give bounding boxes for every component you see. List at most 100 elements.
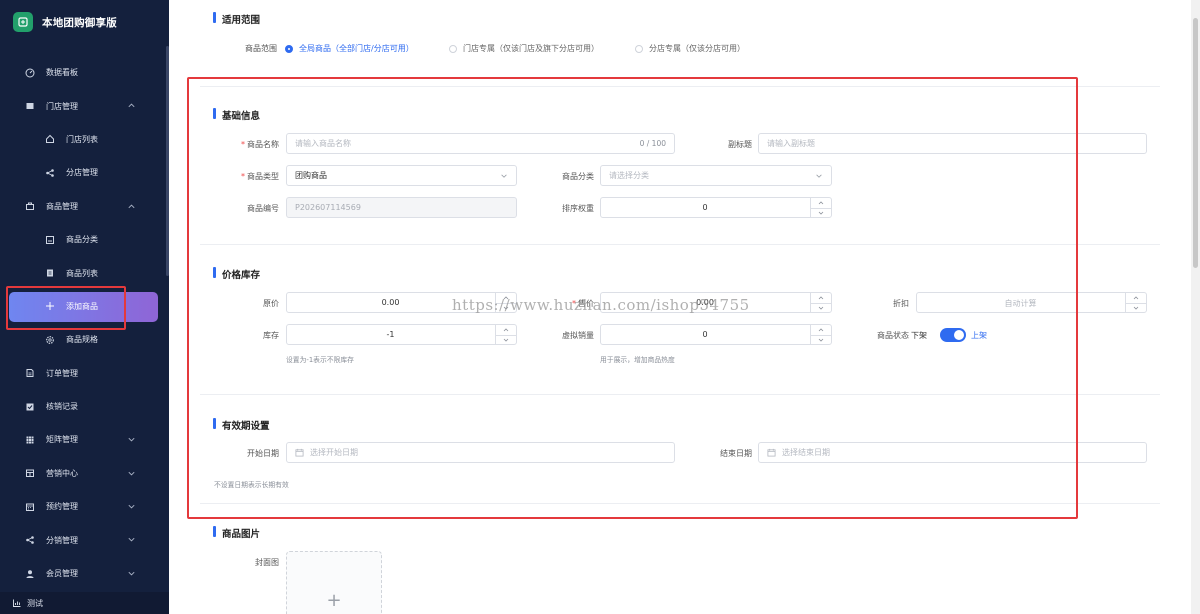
scope-radio-global[interactable]: 全局商品（全部门店/分店可用） [285,43,414,54]
stock-label: 库存 [263,331,279,340]
chevron-down-icon [128,471,135,476]
menu-item-product-spec[interactable]: 商品规格 [0,323,169,356]
cover-image-upload[interactable]: + [286,551,382,614]
divider [200,503,1160,504]
product-name-input[interactable]: 请输入商品名称 0 / 100 [286,133,675,154]
scope-radio-store[interactable]: 门店专属（仅该门店及旗下分店可用） [449,43,599,54]
menu-item-label: 分销管理 [46,535,78,545]
plus-icon: + [326,590,342,611]
user-icon [24,568,36,580]
sale-price-label: * 售价 [572,299,594,308]
page-scrollbar[interactable] [1191,0,1200,614]
section-title-validity: 有效期设置 [213,418,270,432]
virtual-sales-stepper[interactable]: 0 [600,324,832,345]
menu-item-branch-management[interactable]: 分店管理 [0,156,169,189]
menu-item-label: 分店管理 [66,168,98,178]
stock-hint: 设置为-1表示不限库存 [286,356,354,364]
menu-item-label: 商品列表 [66,268,98,278]
required-mark: * [572,299,576,308]
check-icon [24,401,36,413]
menu-item-member-management[interactable]: 会员管理 [0,557,169,590]
required-mark: * [241,172,245,181]
gear-icon [44,334,56,346]
menu-item-product-list[interactable]: 商品列表 [0,256,169,289]
section-title-basic: 基础信息 [213,108,260,122]
radio-dot [285,44,293,53]
product-category-label: 商品分类 [562,172,594,181]
shop-icon [24,467,36,479]
required-mark: * [241,140,245,149]
end-date-label: 结束日期 [720,449,752,458]
increment-button[interactable] [811,293,831,303]
menu-item-verification-records[interactable]: 核销记录 [0,390,169,423]
sort-weight-stepper[interactable]: 0 [600,197,832,218]
char-counter: 0 / 100 [639,139,666,148]
product-status-switch[interactable] [940,328,966,342]
decrement-button[interactable] [496,302,516,313]
calendar-icon [295,448,304,457]
menu-item-store-management[interactable]: 门店管理 [0,89,169,122]
menu-item-distribution-management[interactable]: 分销管理 [0,523,169,556]
increment-button[interactable] [496,293,516,303]
menu-item-label: 数据看板 [46,68,78,78]
sidebar-menu: 数据看板 门店管理 门店列表 分店管理 商品管理 商品分类 商品列表 添加商品 … [0,56,169,590]
menu-item-order-management[interactable]: 订单管理 [0,357,169,390]
product-code-input: P202607114569 [286,197,517,218]
product-status-label: 商品状态 [877,331,909,340]
menu-item-product-management[interactable]: 商品管理 [0,190,169,223]
brand[interactable]: 本地团购御享版 [0,0,169,44]
product-category-select[interactable]: 请选择分类 [600,165,832,186]
original-price-label: 原价 [263,299,279,308]
calendar-icon [24,501,36,513]
menu-item-label: 核销记录 [46,402,78,412]
chevron-up-icon [128,204,135,208]
decrement-button[interactable] [1126,302,1146,313]
increment-button[interactable] [496,325,516,335]
start-date-label: 开始日期 [247,449,279,458]
virtual-sales-label: 虚拟销量 [562,331,594,340]
scope-radio-branch[interactable]: 分店专属（仅该分店可用） [635,43,745,54]
main-content: 适用范围 商品范围 全局商品（全部门店/分店可用） 门店专属（仅该门店及旗下分店… [169,0,1200,614]
menu-item-appointment-management[interactable]: 预约管理 [0,490,169,523]
increment-button[interactable] [1126,293,1146,303]
sidebar-footer[interactable]: 测试 [0,592,169,614]
sale-price-stepper[interactable]: 0.00 [600,292,832,313]
divider [200,394,1160,395]
increment-button[interactable] [811,198,831,208]
status-off-label: 下架 [911,331,927,340]
end-date-picker[interactable]: 选择结束日期 [758,442,1147,463]
discount-stepper[interactable]: 自动计算 [916,292,1147,313]
menu-item-label: 商品分类 [66,235,98,245]
menu-item-product-category[interactable]: 商品分类 [0,223,169,256]
menu-item-marketing-center[interactable]: 营销中心 [0,457,169,490]
radio-label: 门店专属（仅该门店及旗下分店可用） [463,44,599,53]
decrement-button[interactable] [811,302,831,313]
calendar-icon [767,448,776,457]
menu-item-matrix-management[interactable]: 矩阵管理 [0,423,169,456]
increment-button[interactable] [811,325,831,335]
subtitle-input[interactable]: 请输入副标题 [758,133,1147,154]
original-price-stepper[interactable]: 0.00 [286,292,517,313]
chevron-down-icon [128,438,135,442]
decrement-button[interactable] [811,334,831,345]
chevron-down-icon [501,174,507,178]
dashboard-icon [24,67,36,79]
stock-stepper[interactable]: -1 [286,324,517,345]
chevron-down-icon [128,538,135,542]
menu-item-dashboard[interactable]: 数据看板 [0,56,169,89]
menu-item-label: 预约管理 [46,502,78,512]
discount-label: 折扣 [893,299,909,308]
menu-item-label: 商品管理 [46,201,78,211]
menu-item-add-product[interactable]: 添加商品 [0,290,169,323]
share-icon [24,534,36,546]
brand-title: 本地团购御享版 [42,16,117,29]
bag-icon [24,200,36,212]
decrement-button[interactable] [496,334,516,345]
product-type-select[interactable]: 团购商品 [286,165,517,186]
menu-item-store-list[interactable]: 门店列表 [0,123,169,156]
list-icon [44,267,56,279]
start-date-picker[interactable]: 选择开始日期 [286,442,675,463]
menu-item-label: 商品规格 [66,335,98,345]
decrement-button[interactable] [811,207,831,218]
scrollbar-thumb[interactable] [1193,18,1198,268]
